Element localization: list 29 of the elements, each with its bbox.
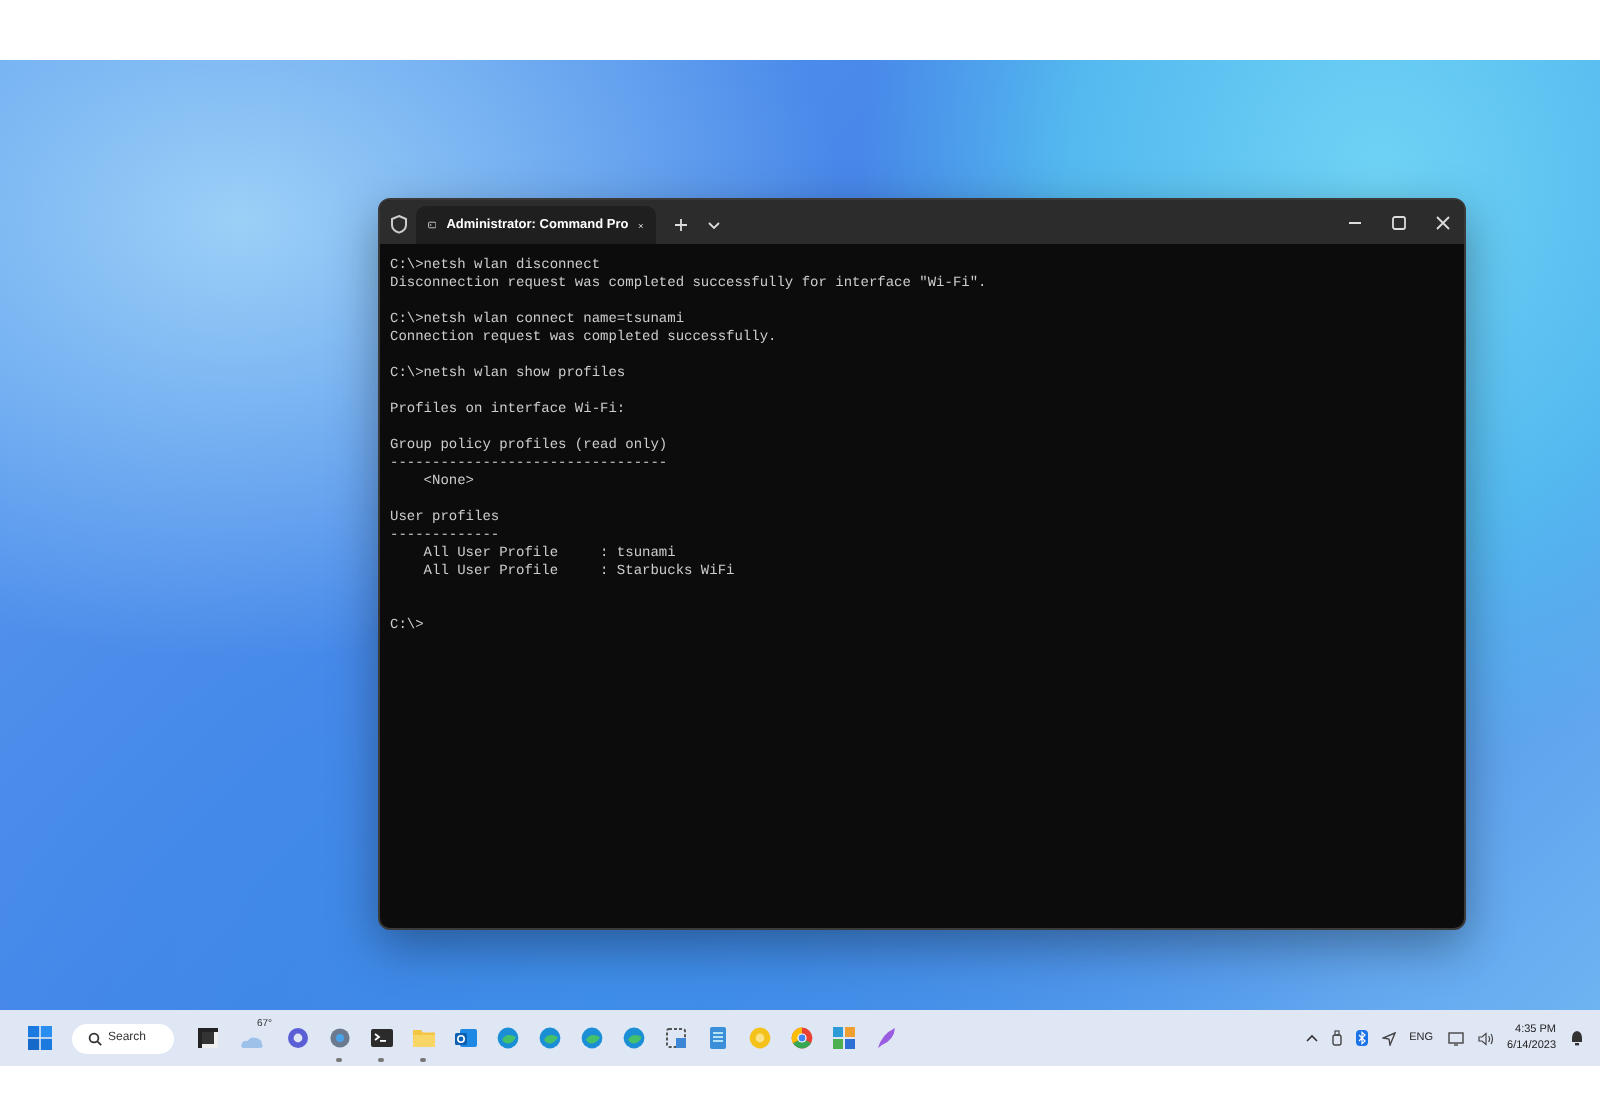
maximize-icon: [1391, 215, 1405, 229]
monitor-icon[interactable]: [1447, 1031, 1464, 1045]
bell-icon[interactable]: [1570, 1030, 1584, 1046]
window-stack-icon: [195, 1026, 220, 1050]
speaker-icon[interactable]: [1477, 1031, 1494, 1045]
location-arrow-icon[interactable]: [1381, 1031, 1396, 1045]
swirl-icon: [579, 1026, 604, 1050]
notepad-icon: [705, 1026, 730, 1050]
chevron-up-icon[interactable]: [1305, 1034, 1318, 1042]
swirl-icon: [537, 1026, 562, 1050]
round-browser-icon: [789, 1026, 814, 1050]
terminal-icon: [369, 1026, 394, 1050]
shield-icon: [390, 214, 408, 234]
feather-icon: [873, 1026, 898, 1050]
usb-drive-icon[interactable]: [1331, 1030, 1342, 1046]
screenshot-icon: [663, 1026, 688, 1050]
plus-icon: [674, 218, 688, 232]
swirl-icon: [495, 1026, 520, 1050]
mail-icon: [453, 1026, 478, 1050]
close-icon: [1435, 215, 1449, 229]
windows-logo-icon: [27, 1026, 51, 1050]
search-icon: [88, 1031, 102, 1045]
swirl-icon: [621, 1026, 646, 1050]
bluetooth-icon[interactable]: [1355, 1030, 1368, 1046]
folder-icon: [411, 1026, 436, 1050]
tiles-icon: [831, 1026, 856, 1050]
ring-icon: [747, 1026, 772, 1050]
terminal-icon: [428, 218, 437, 232]
chevron-down-icon: [708, 221, 720, 229]
